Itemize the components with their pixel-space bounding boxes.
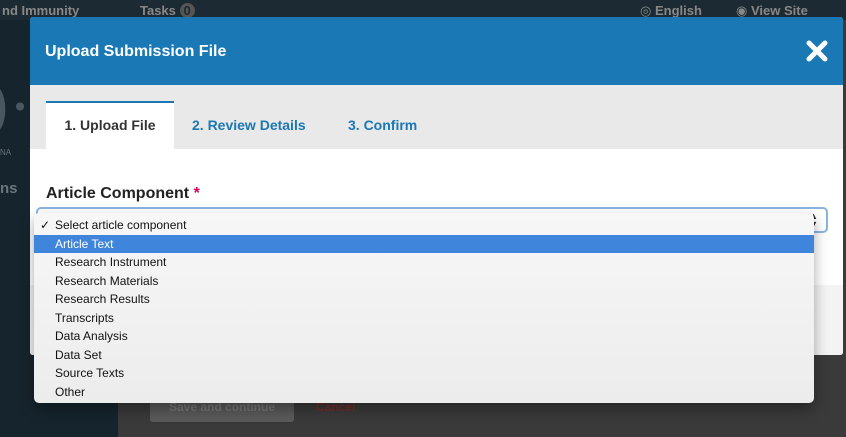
- tab-upload-file[interactable]: 1. Upload File: [46, 101, 174, 149]
- eye-icon: ◉: [736, 3, 748, 18]
- tab-confirm[interactable]: 3. Confirm: [348, 101, 417, 149]
- option-other[interactable]: Other: [34, 383, 814, 402]
- option-data-set[interactable]: Data Set: [34, 346, 814, 365]
- article-component-label: Article Component *: [46, 185, 200, 203]
- option-research-instrument[interactable]: Research Instrument: [34, 253, 814, 272]
- logo-caption: NA: [0, 148, 12, 157]
- article-component-dropdown: ✓ Select article component Article Text R…: [34, 213, 814, 403]
- language-label: English: [654, 3, 702, 18]
- option-research-results[interactable]: Research Results: [34, 290, 814, 309]
- globe-icon: ◎: [640, 3, 652, 18]
- modal-header: Upload Submission File: [30, 17, 843, 85]
- tasks-link[interactable]: Tasks 0: [140, 3, 195, 18]
- site-name: nd Immunity: [2, 3, 80, 18]
- tasks-count-badge: 0: [179, 3, 195, 18]
- tasks-label: Tasks: [140, 3, 176, 18]
- option-research-materials[interactable]: Research Materials: [34, 272, 814, 291]
- sidebar-fragment: ns: [0, 180, 18, 197]
- article-component-label-text: Article Component: [46, 185, 190, 202]
- tab-review-details[interactable]: 2. Review Details: [192, 101, 306, 149]
- option-data-analysis[interactable]: Data Analysis: [34, 327, 814, 346]
- option-source-texts[interactable]: Source Texts: [34, 364, 814, 383]
- option-article-text[interactable]: Article Text: [34, 234, 814, 253]
- view-site-label: View Site: [750, 3, 808, 18]
- checkmark-icon: ✓: [40, 218, 51, 232]
- close-icon[interactable]: [805, 39, 829, 63]
- modal-tabs: 1. Upload File 2. Review Details 3. Conf…: [30, 85, 843, 149]
- modal-title: Upload Submission File: [45, 43, 227, 60]
- required-marker: *: [193, 185, 200, 202]
- option-select-article-component[interactable]: ✓ Select article component: [34, 216, 814, 235]
- option-transcripts[interactable]: Transcripts: [34, 309, 814, 328]
- option-label: Select article component: [55, 218, 187, 232]
